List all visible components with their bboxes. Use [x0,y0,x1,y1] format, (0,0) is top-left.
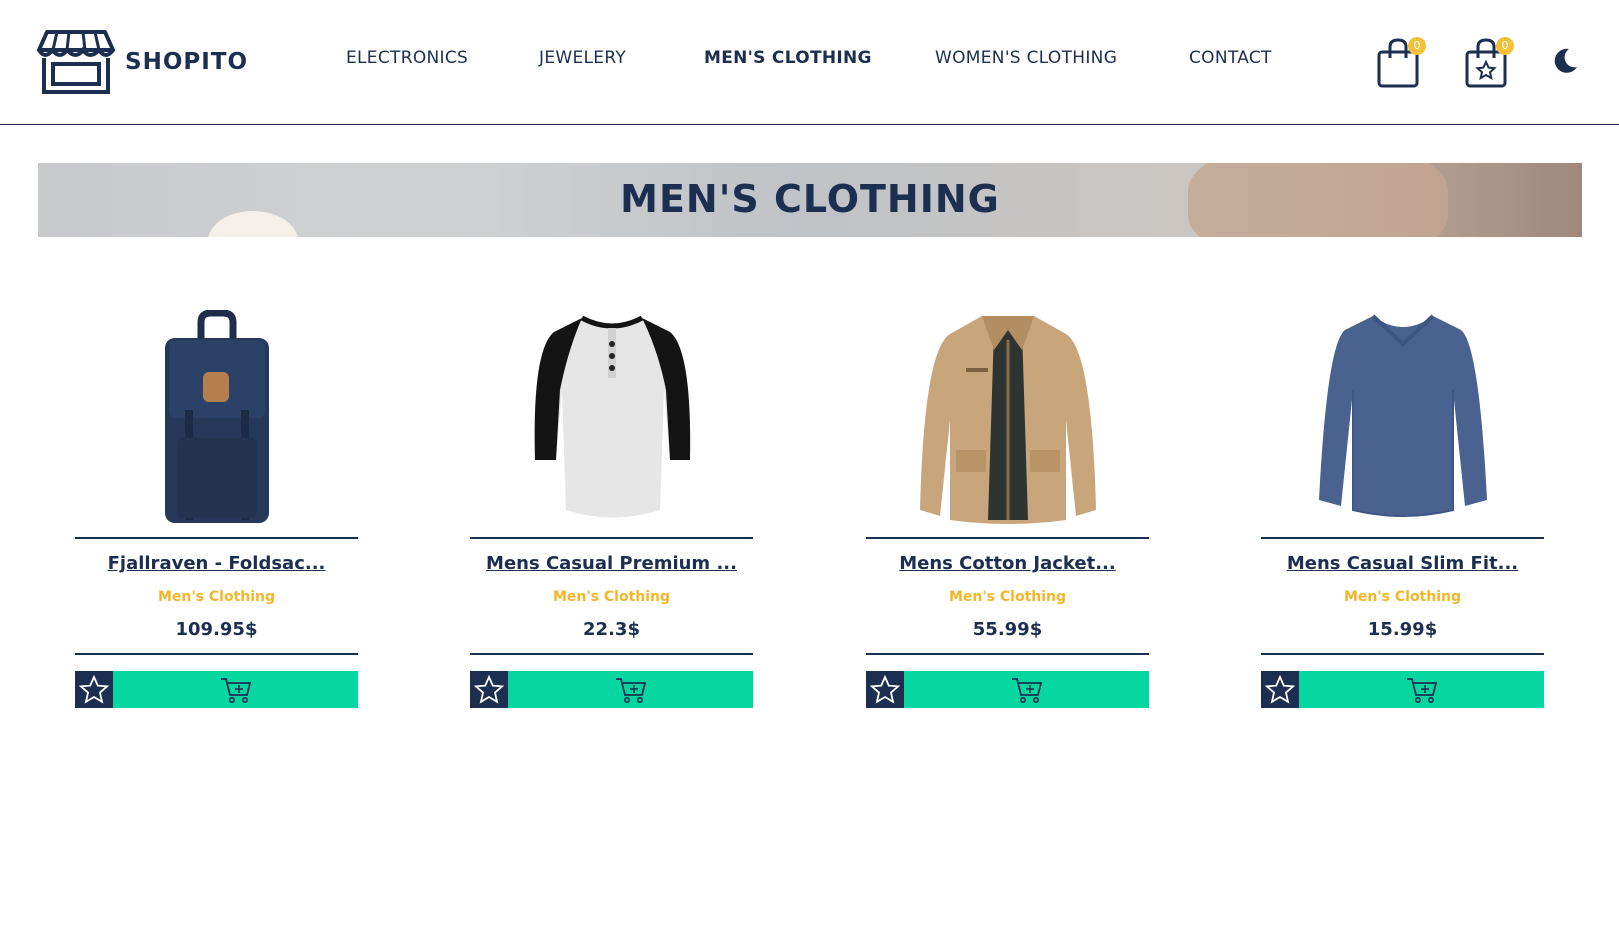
add-to-cart-button[interactable] [904,671,1149,708]
product-category: Men's Clothing [948,589,1067,605]
product-image-raglan-shirt[interactable] [520,310,703,525]
cart-button[interactable]: 0 [1376,34,1426,90]
product-image-long-sleeve-shirt[interactable] [1311,310,1494,525]
product-title[interactable]: Mens Casual Premium ... [470,553,753,574]
product-category: Men's Clothing [1343,589,1462,605]
add-to-cart-button[interactable] [1299,671,1544,708]
product-price: 15.99$ [1367,619,1438,640]
favorites-button[interactable]: 0 [1464,34,1514,90]
product-title[interactable]: Mens Cotton Jacket... [866,553,1149,574]
product-card: Mens Cotton Jacket... Men's Clothing 55.… [866,300,1149,710]
nav-jewelery[interactable]: JEWELERY [539,48,626,68]
cart-plus-icon [220,677,251,703]
product-category: Men's Clothing [157,589,276,605]
add-to-cart-button[interactable] [508,671,753,708]
star-icon [870,674,900,704]
cart-plus-icon [1406,677,1437,703]
add-to-favorites-button[interactable] [866,671,904,708]
moon-icon[interactable] [1552,48,1578,74]
product-image-backpack[interactable] [125,310,308,525]
nav-womens-clothing[interactable]: WOMEN'S CLOTHING [935,48,1117,68]
star-icon [79,674,109,704]
add-to-favorites-button[interactable] [1261,671,1299,708]
product-title[interactable]: Mens Casual Slim Fit... [1261,553,1544,574]
product-price: 22.3$ [583,619,640,640]
add-to-favorites-button[interactable] [75,671,113,708]
add-to-cart-button[interactable] [113,671,358,708]
star-icon [1265,674,1295,704]
cart-plus-icon [615,677,646,703]
cart-count-badge: 0 [1408,37,1426,55]
site-header: SHOPITO ELECTRONICS JEWELERY MEN'S CLOTH… [0,0,1619,125]
nav-contact[interactable]: CONTACT [1189,48,1272,68]
page-title: MEN'S CLOTHING [620,177,1000,221]
product-card: Mens Casual Premium ... Men's Clothing 2… [470,300,753,710]
product-image-jacket[interactable] [916,310,1099,525]
star-icon [474,674,504,704]
product-price: 55.99$ [972,619,1043,640]
add-to-favorites-button[interactable] [470,671,508,708]
product-title[interactable]: Fjallraven - Foldsac... [75,553,358,574]
product-card: Mens Casual Slim Fit... Men's Clothing 1… [1261,300,1544,710]
favorites-count-badge: 0 [1496,37,1514,55]
nav-mens-clothing[interactable]: MEN'S CLOTHING [704,48,872,68]
product-price: 109.95$ [175,619,258,640]
product-grid: Fjallraven - Foldsac... Men's Clothing 1… [0,300,1619,720]
nav-electronics[interactable]: ELECTRONICS [346,48,468,68]
product-category: Men's Clothing [552,589,671,605]
cart-plus-icon [1011,677,1042,703]
category-banner: MEN'S CLOTHING [38,163,1582,237]
product-card: Fjallraven - Foldsac... Men's Clothing 1… [75,300,358,710]
